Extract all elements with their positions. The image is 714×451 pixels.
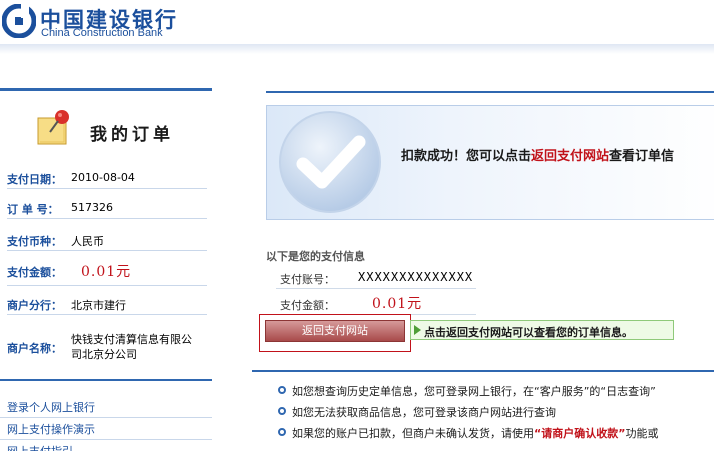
- payment-date-value: 2010-08-04: [71, 171, 135, 184]
- payment-account-row: 支付账号： XXXXXXXXXXXXXX: [276, 267, 476, 289]
- payment-amount-label: 支付金额：: [280, 299, 335, 312]
- merchant-branch-label: 商户分行：: [7, 299, 62, 312]
- link-divider: [0, 439, 212, 440]
- currency-row: 支付币种： 人民币: [7, 229, 207, 251]
- tip-text-main: 如您想查询历史定单信息，您可登录网上银行，在“客户服务”的“日志查询”: [292, 385, 656, 398]
- return-to-merchant-button[interactable]: 返回支付网站: [265, 320, 405, 342]
- header-divider: [0, 44, 714, 54]
- order-number-row: 订 单 号： 517326: [7, 197, 207, 219]
- hint-arrow-icon: [414, 325, 421, 335]
- bank-header: 中国建设银行 China Construction Bank: [0, 0, 714, 50]
- return-hint: 点击返回支付网站可以查看您的订单信息。: [410, 320, 674, 340]
- ccb-logo-icon: [2, 4, 36, 38]
- return-hint-text: 点击返回支付网站可以查看您的订单信息。: [424, 326, 633, 339]
- order-sidebar: 我的订单 支付日期： 2010-08-04 订 单 号： 517326 支付币种…: [0, 88, 212, 451]
- sidebar-top-rule: [0, 88, 212, 91]
- payment-date-row: 支付日期： 2010-08-04: [7, 167, 207, 189]
- merchant-branch-value: 北京市建行: [71, 299, 126, 312]
- currency-value: 人民币: [71, 235, 104, 248]
- amount-value: 0.01元: [81, 264, 132, 280]
- bullet-icon: [278, 407, 286, 415]
- bullet-icon: [278, 428, 286, 436]
- order-number-value: 517326: [71, 201, 113, 214]
- payment-result-banner: 扣款成功！您可以点击返回支付网站查看订单信: [266, 105, 714, 220]
- merchant-name-value: 快钱支付清算信息有限公司北京分公司: [71, 333, 192, 361]
- pushpin-note-icon: [37, 110, 69, 145]
- sidebar-links-rule: [0, 379, 212, 381]
- tips-rule: [252, 370, 714, 372]
- content-top-rule: [266, 91, 714, 93]
- merchant-branch-row: 商户分行： 北京市建行: [7, 293, 207, 315]
- link-divider: [0, 417, 212, 418]
- bullet-icon: [278, 386, 286, 394]
- amount-label: 支付金额：: [7, 266, 62, 279]
- payment-account-label: 支付账号：: [280, 273, 335, 286]
- payment-guide-link[interactable]: 网上支付指引: [7, 443, 73, 451]
- payment-amount-value: 0.01元: [372, 296, 423, 312]
- login-personal-banking-link[interactable]: 登录个人网上银行: [7, 399, 95, 415]
- return-site-inline-link[interactable]: 返回支付网站: [531, 149, 609, 164]
- payment-success-message: 扣款成功！您可以点击返回支付网站查看订单信: [401, 145, 674, 164]
- tip-text-main: 如果您的账户已扣款，但商户未确认发货，请使用: [292, 427, 534, 440]
- tip-text-main: 如您无法获取商品信息，您可登录该商户网站进行查询: [292, 406, 556, 419]
- success-text-suffix: 查看订单信: [609, 149, 675, 164]
- payment-account-value: XXXXXXXXXXXXXX: [358, 270, 474, 284]
- merchant-name-label: 商户名称：: [7, 342, 62, 355]
- payment-amount-row: 支付金额： 0.01元: [276, 293, 476, 315]
- my-orders-title: 我的订单: [90, 125, 174, 145]
- success-text-prefix: 扣款成功！您可以点击: [401, 149, 532, 164]
- payment-date-label: 支付日期：: [7, 173, 62, 186]
- confirm-receipt-link[interactable]: “请商户确认收款”: [534, 427, 625, 440]
- currency-label: 支付币种：: [7, 235, 62, 248]
- payment-info-heading: 以下是您的支付信息: [266, 250, 365, 263]
- tip-text: 如果您的账户已扣款，但商户未确认发货，请使用“请商户确认收款”功能或: [292, 425, 658, 441]
- check-circle-icon: [279, 111, 381, 213]
- payment-demo-link[interactable]: 网上支付操作演示: [7, 421, 95, 437]
- order-number-label: 订 单 号：: [7, 203, 59, 216]
- tip-text: 如您无法获取商品信息，您可登录该商户网站进行查询: [292, 404, 556, 420]
- bank-name-en: China Construction Bank: [41, 27, 163, 39]
- tip-text-suffix: 功能或: [625, 427, 659, 440]
- tip-text: 如您想查询历史定单信息，您可登录网上银行，在“客户服务”的“日志查询”: [292, 383, 656, 399]
- amount-row: 支付金额： 0.01元: [7, 260, 207, 286]
- merchant-name-row: 商户名称： 快钱支付清算信息有限公司北京分公司: [7, 328, 207, 368]
- return-button-highlight: 返回支付网站: [259, 314, 411, 352]
